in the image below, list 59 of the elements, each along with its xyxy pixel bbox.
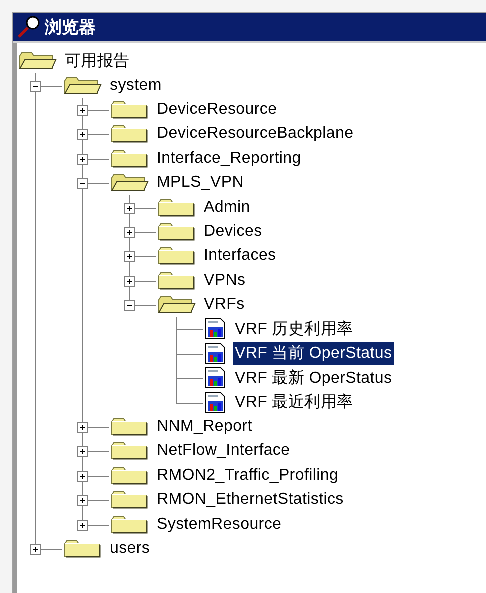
folder-icon [158,222,196,241]
folder-icon [111,100,149,119]
folder-icon [158,198,196,217]
folder-icon [111,516,149,534]
report-chart-icon [205,392,227,414]
tree-item[interactable]: VPNs [202,270,248,291]
folder-icon [111,150,149,168]
tree-item[interactable]: SystemResource [155,514,284,535]
expand-toggle[interactable] [124,251,135,262]
report-chart-icon [205,342,227,365]
tree-item[interactable]: system [108,76,164,96]
tree-item[interactable]: Interface_Reporting [155,148,304,169]
tree-item[interactable]: NNM_Report [155,417,254,438]
expand-toggle[interactable] [124,276,135,287]
report-chart-icon [205,367,227,390]
folder-icon [158,272,196,290]
tree-item[interactable]: RMON_EthernetStatistics [155,490,346,510]
tree-item[interactable]: NetFlow_Interface [155,441,292,462]
tree-item[interactable]: users [108,539,152,559]
collapse-toggle[interactable] [124,300,135,312]
tree-item[interactable]: 可用报告 [63,50,132,73]
folder-icon [111,466,149,485]
expand-toggle[interactable] [77,520,88,531]
tree-item[interactable]: Devices [202,222,264,242]
tree-item[interactable]: VRF 最新 OperStatus [233,366,394,390]
tree-item[interactable]: RMON2_Traffic_Profiling [155,466,341,486]
open-folder-icon [111,174,149,192]
tree-item[interactable]: VRF 最近利用率 [233,391,356,414]
expand-toggle[interactable] [77,104,88,116]
expand-toggle[interactable] [77,495,88,506]
tree-item[interactable]: DeviceResource [155,100,280,120]
folder-icon [158,247,196,266]
tree-item[interactable]: Admin [202,198,252,218]
expand-toggle[interactable] [124,226,135,238]
expand-toggle[interactable] [77,422,88,434]
expand-toggle[interactable] [77,446,88,458]
magnifier-icon [17,15,41,39]
folder-icon [64,540,102,558]
collapse-toggle[interactable] [77,178,88,190]
expand-toggle[interactable] [30,544,41,555]
tree-item[interactable]: VRFs [202,295,247,316]
folder-icon [111,442,149,460]
report-chart-icon [205,318,227,340]
expand-toggle[interactable] [77,129,88,140]
tree-item[interactable]: VRF 历史利用率 [233,318,356,341]
tree-item[interactable]: Interfaces [202,246,278,266]
folder-icon [111,418,149,436]
folder-icon [111,125,149,144]
open-folder-icon [64,76,102,95]
expand-toggle[interactable] [77,470,88,482]
tree-item[interactable]: VRF 当前 OperStatus [233,342,394,366]
open-folder-icon [158,296,196,314]
expand-toggle[interactable] [124,202,135,214]
folder-icon [111,491,149,510]
tree-item[interactable]: DeviceResourceBackplane [155,124,356,144]
window-title: 浏览器 [45,16,96,38]
tree-item[interactable]: MPLS_VPN [155,173,246,194]
expand-toggle[interactable] [77,154,88,165]
collapse-toggle[interactable] [30,80,41,92]
